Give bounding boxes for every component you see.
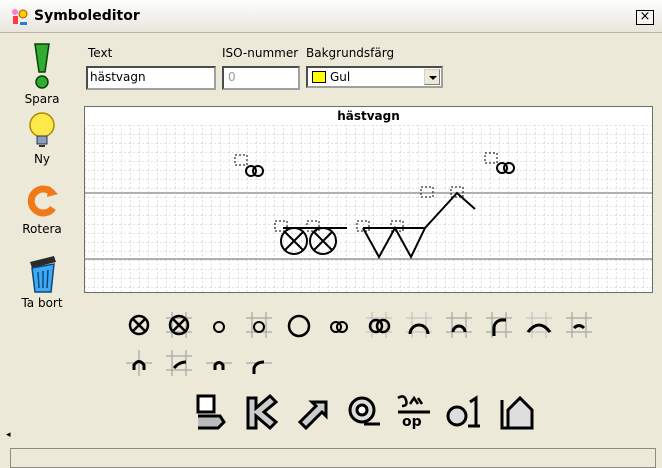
app-icon bbox=[12, 9, 28, 25]
rotate-icon bbox=[27, 185, 58, 217]
background-color-select[interactable]: Gul bbox=[306, 66, 443, 88]
close-button[interactable]: × bbox=[636, 10, 654, 25]
background-color-label: Bakgrundsfärg bbox=[306, 46, 395, 60]
arch-grid-icon[interactable] bbox=[446, 312, 472, 338]
flip-left-icon[interactable] bbox=[242, 392, 282, 432]
corner-arc-icon[interactable] bbox=[486, 312, 512, 338]
text-input[interactable]: hästvagn bbox=[86, 66, 216, 90]
flip-down-icon[interactable] bbox=[190, 392, 230, 432]
zero-one-icon[interactable] bbox=[444, 392, 484, 432]
rotate-button[interactable]: Rotera bbox=[8, 182, 76, 236]
scroll-left-icon[interactable]: ◂ bbox=[6, 430, 11, 440]
color-swatch bbox=[312, 71, 326, 83]
dropdown-arrow-icon[interactable] bbox=[424, 69, 440, 85]
delete-button[interactable]: Ta bort bbox=[8, 252, 76, 310]
iso-input[interactable]: 0 bbox=[222, 66, 300, 90]
save-label: Spara bbox=[24, 92, 60, 106]
new-label: Ny bbox=[33, 152, 51, 166]
symbol-palette bbox=[120, 308, 620, 378]
svg-text:op: op bbox=[402, 414, 422, 430]
small-circle-icon[interactable] bbox=[206, 312, 232, 338]
lightbulb-icon bbox=[29, 112, 55, 147]
new-button[interactable]: Ny bbox=[8, 110, 76, 166]
double-ring-large-icon[interactable] bbox=[366, 312, 392, 338]
cross-arch-icon[interactable] bbox=[126, 350, 152, 376]
text-label: Text bbox=[88, 46, 113, 60]
window-title: Symboleditor bbox=[34, 8, 140, 24]
delete-label: Ta bort bbox=[21, 296, 63, 310]
save-icon bbox=[34, 43, 50, 89]
wide-arch-icon[interactable] bbox=[526, 312, 552, 338]
small-arch-icon[interactable] bbox=[206, 350, 232, 376]
arch-small-grid-icon[interactable] bbox=[566, 312, 592, 338]
wrap-icon[interactable] bbox=[344, 392, 384, 432]
top-bottom-icon[interactable]: op bbox=[394, 392, 434, 432]
circle-x-icon[interactable] bbox=[126, 312, 152, 338]
background-color-value: Gul bbox=[330, 70, 351, 84]
move-diagonal-icon[interactable] bbox=[294, 392, 334, 432]
arch-icon[interactable] bbox=[406, 312, 432, 338]
action-bar: op bbox=[190, 392, 560, 438]
small-circle-grid-icon[interactable] bbox=[246, 312, 272, 338]
title-bar: Symboleditor × bbox=[0, 0, 662, 33]
double-ring-icon[interactable] bbox=[326, 312, 352, 338]
large-circle-icon[interactable] bbox=[286, 312, 312, 338]
status-bar bbox=[10, 448, 656, 468]
horse-cart-drawing bbox=[234, 152, 515, 260]
trash-icon bbox=[30, 256, 56, 293]
rotate-label: Rotera bbox=[22, 222, 62, 236]
save-button[interactable]: Spara bbox=[8, 42, 76, 106]
symbol-canvas[interactable]: hästvagn bbox=[84, 106, 653, 293]
iso-label: ISO-nummer bbox=[222, 46, 299, 60]
grid-arc-icon[interactable] bbox=[166, 350, 192, 376]
symboleditor-window: Symboleditor × Spara Ny Rotera Ta bort T… bbox=[0, 0, 662, 468]
circle-x-grid-icon[interactable] bbox=[166, 312, 192, 338]
corner-arc-small-icon[interactable] bbox=[246, 350, 272, 376]
frame-icon[interactable] bbox=[498, 392, 538, 432]
